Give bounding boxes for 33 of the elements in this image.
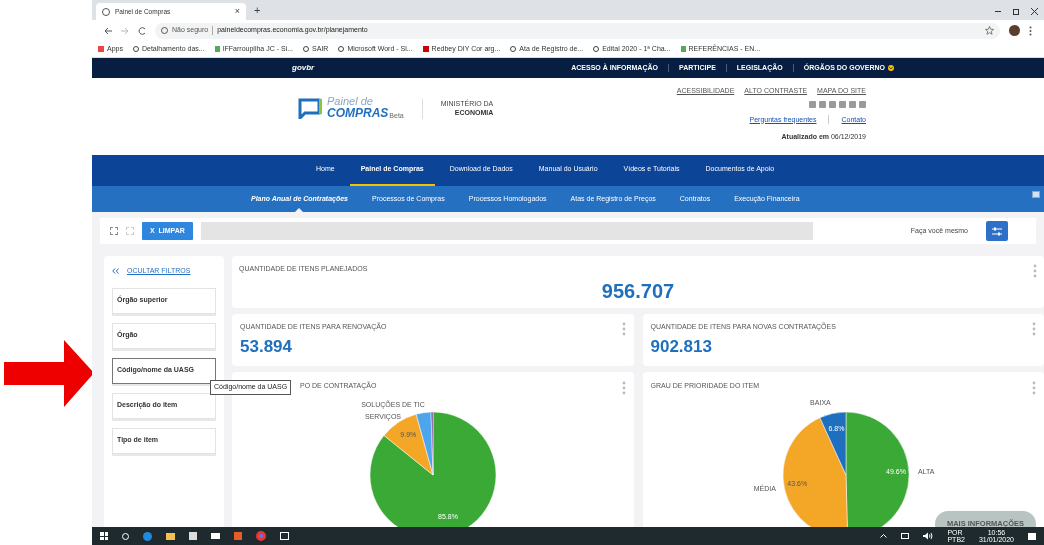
logo-text: Painel de — [327, 96, 374, 107]
close-tab-button[interactable]: × — [234, 4, 240, 19]
reload-icon[interactable] — [138, 26, 146, 35]
volume-icon[interactable] — [923, 532, 934, 540]
logo-text: COMPRAS — [327, 107, 389, 119]
close-icon[interactable] — [1031, 8, 1038, 15]
bookmark-icon — [214, 46, 220, 52]
windows-icon[interactable] — [100, 532, 108, 540]
restore-icon[interactable] — [1013, 8, 1019, 15]
kpi-value: 956.707 — [601, 281, 675, 301]
double-chevron-icon — [112, 268, 119, 275]
settings-button[interactable] — [986, 221, 1008, 241]
profile-avatar[interactable] — [1009, 25, 1020, 36]
chevron-icon — [888, 65, 894, 71]
more-options-icon[interactable] — [1032, 381, 1036, 395]
more-options-icon[interactable] — [621, 381, 626, 395]
gov-logo[interactable]: govbr — [292, 62, 315, 74]
logo-icon — [297, 96, 323, 119]
back-icon[interactable] — [104, 26, 112, 35]
sliders-icon — [992, 226, 1002, 236]
kpi-value: 53.894 — [240, 338, 293, 355]
forward-icon[interactable] — [121, 26, 129, 35]
more-options-icon[interactable] — [1033, 264, 1037, 278]
chevron-up-icon[interactable] — [880, 534, 888, 538]
bookmark-icon — [680, 46, 686, 52]
menu-icon[interactable] — [1029, 25, 1032, 36]
more-options-icon[interactable] — [621, 322, 626, 336]
kpi-value: 902.813 — [650, 338, 713, 355]
bookmark-icon — [422, 46, 429, 52]
bookmark-icon — [98, 46, 104, 52]
star-icon[interactable] — [985, 26, 994, 35]
more-options-icon[interactable] — [1032, 322, 1036, 336]
new-tab-button[interactable]: + — [254, 1, 261, 18]
